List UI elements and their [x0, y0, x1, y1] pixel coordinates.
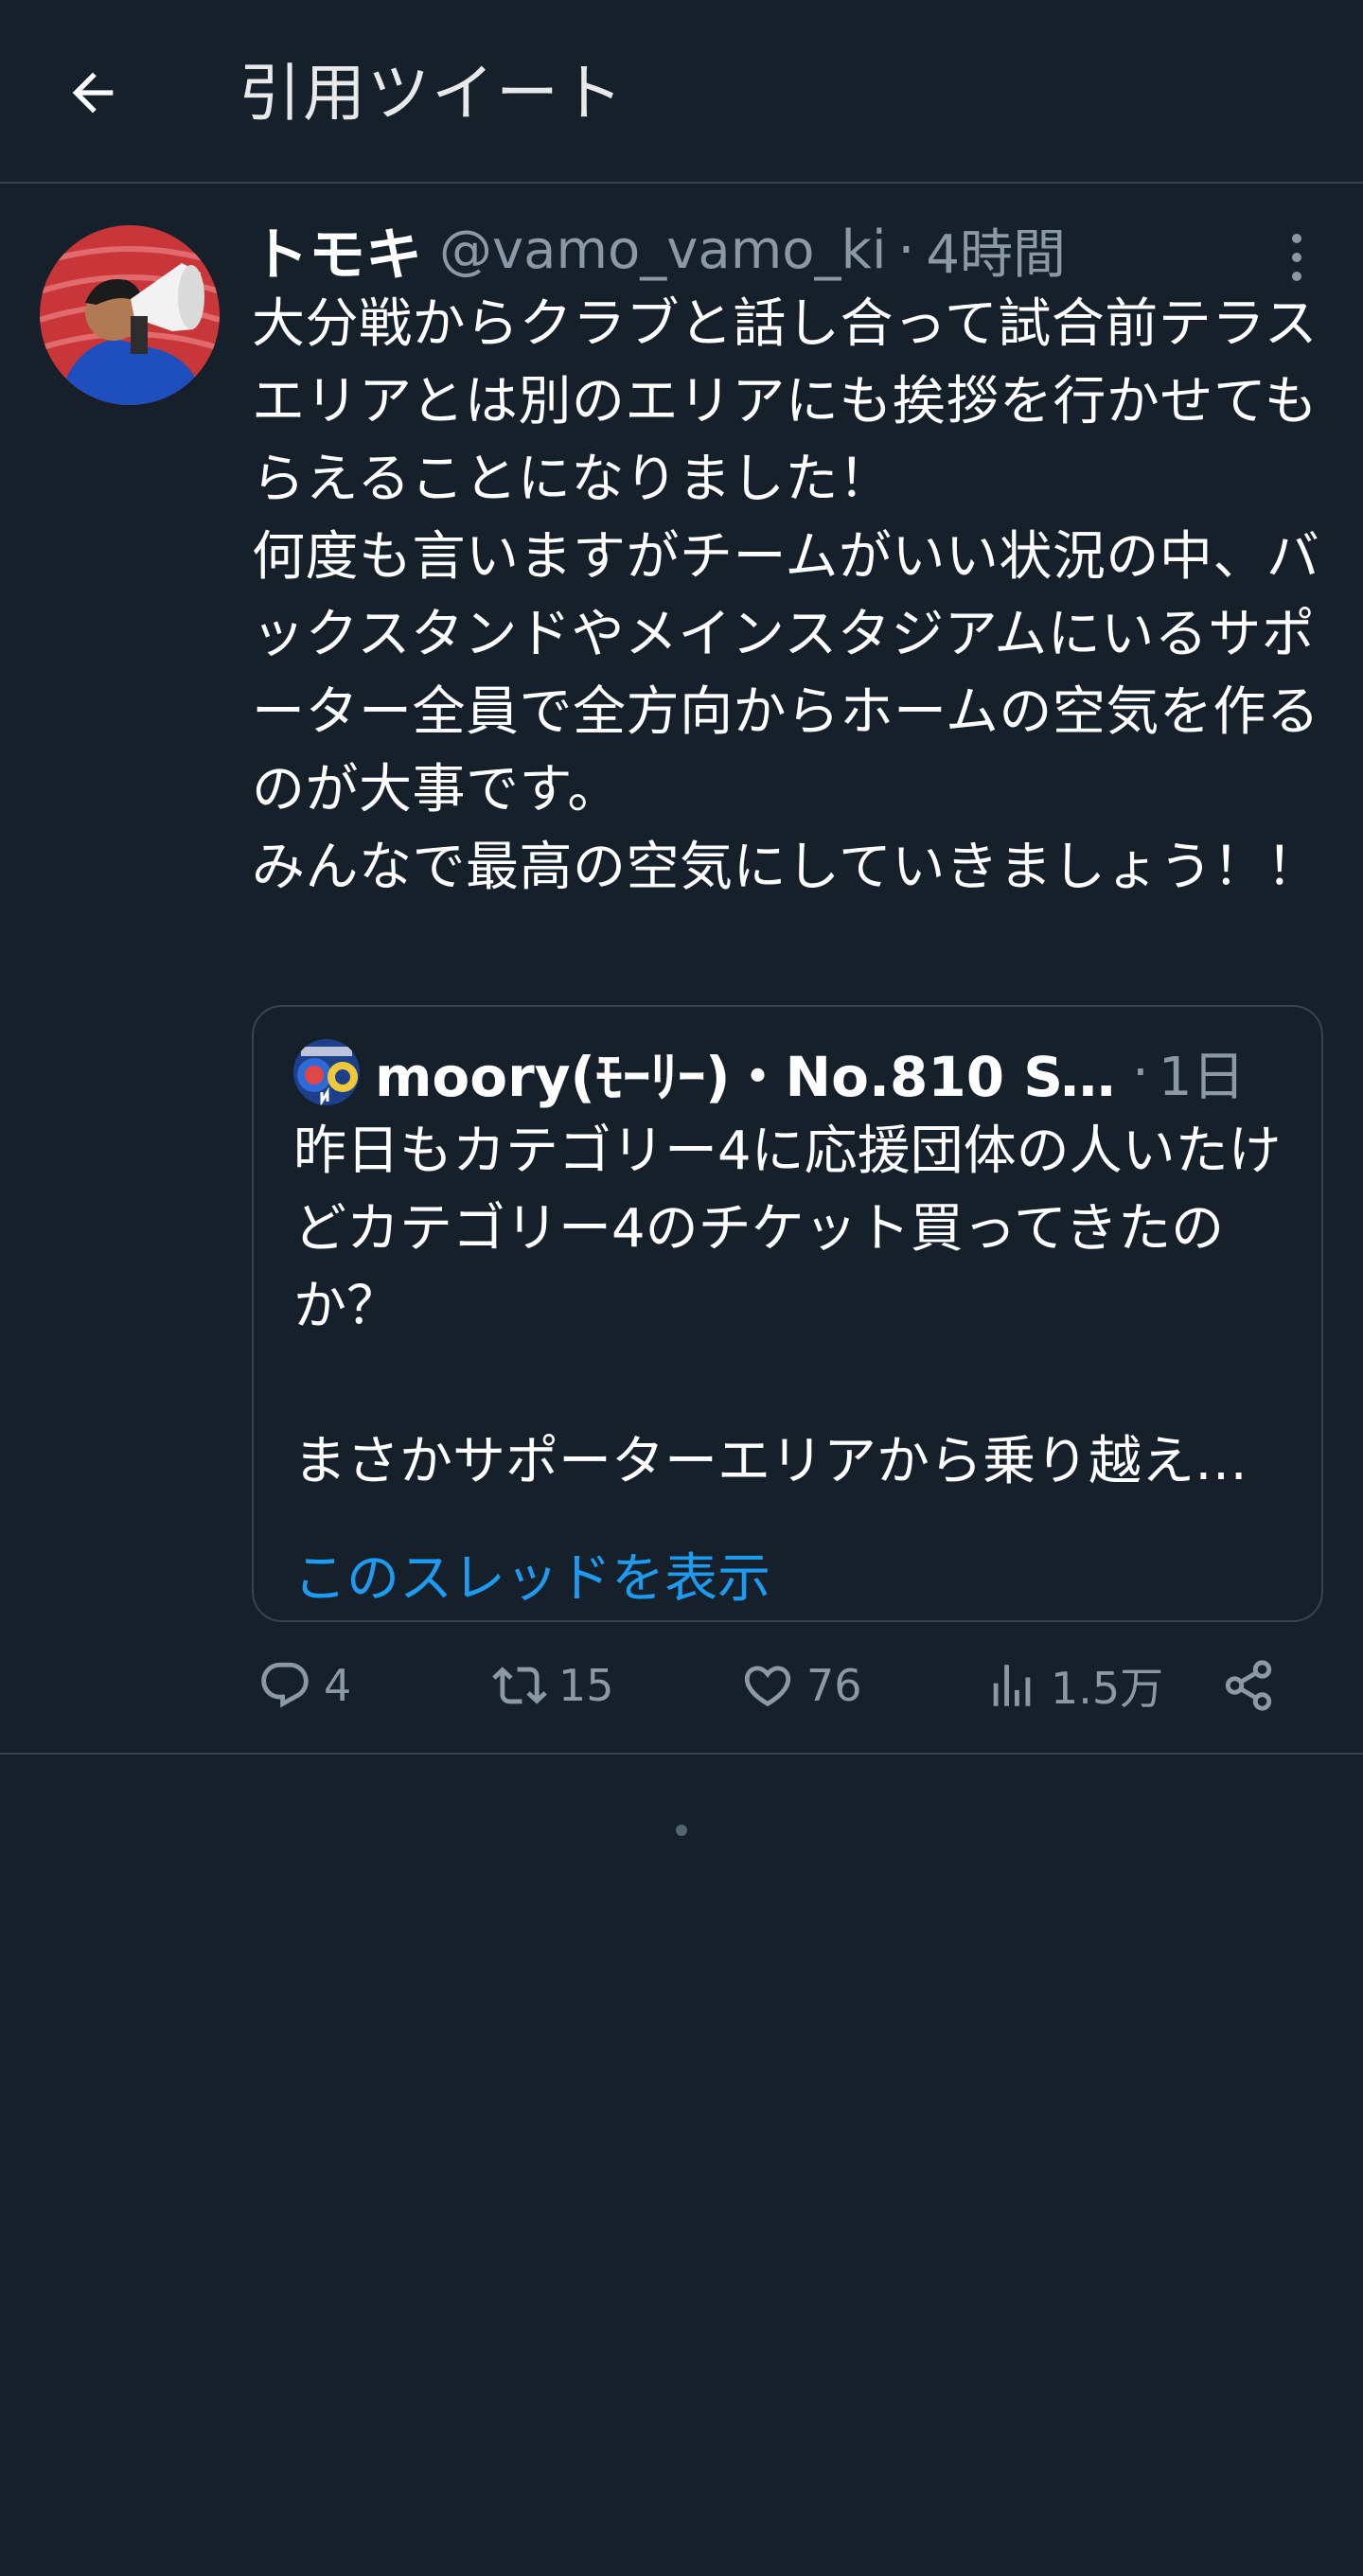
more-options-button[interactable]: [1268, 220, 1325, 295]
share-icon: [1225, 1660, 1272, 1711]
reply-button[interactable]: 4: [257, 1643, 351, 1728]
views-button[interactable]: 1.5万: [984, 1643, 1163, 1728]
back-button[interactable]: [45, 45, 140, 140]
retweet-count: 15: [558, 1660, 614, 1711]
quoted-display-name: moory(ﾓｰﾘｰ)・No.810 SSTRAFT: [375, 1045, 1123, 1109]
separator-dot: ·: [1132, 1041, 1149, 1103]
like-button[interactable]: 76: [740, 1643, 862, 1728]
quoted-tweet-card[interactable]: moory(ﾓｰﾘｰ)・No.810 SSTRAFT · 1日 昨日もカテゴリー…: [252, 1005, 1323, 1622]
loading-indicator: [676, 1825, 687, 1836]
retweet-button[interactable]: 15: [492, 1643, 614, 1728]
page-title: 引用ツイート: [239, 57, 625, 130]
show-thread-link[interactable]: このスレッドを表示: [293, 1546, 770, 1613]
like-count: 76: [806, 1660, 862, 1711]
display-name[interactable]: トモキ: [252, 209, 422, 291]
views-count: 1.5万: [1051, 1663, 1164, 1714]
top-app-bar: 引用ツイート: [0, 0, 1363, 184]
avatar[interactable]: [40, 225, 220, 405]
more-vertical-icon: [1292, 234, 1301, 281]
arrow-left-icon: [72, 72, 114, 114]
reply-count: 4: [324, 1660, 352, 1711]
tweet-actions: 4 15 76 1.5万: [252, 1643, 1321, 1728]
share-button[interactable]: [1221, 1643, 1276, 1728]
retweet-icon: [492, 1667, 547, 1704]
heart-icon: [744, 1666, 791, 1707]
bar-chart-icon: [993, 1665, 1031, 1706]
quoted-tweet-header: moory(ﾓｰﾘｰ)・No.810 SSTRAFT · 1日: [293, 1037, 1287, 1109]
quoted-user-avatar: [293, 1039, 360, 1105]
quoted-timestamp: 1日: [1158, 1046, 1246, 1108]
user-handle[interactable]: @vamo_vamo_ki: [439, 220, 887, 281]
separator-dot: ·: [897, 219, 915, 281]
tweet-header: トモキ @vamo_vamo_ki · 4時間: [252, 212, 1066, 289]
tweet[interactable]: トモキ @vamo_vamo_ki · 4時間 大分戦からクラブと話し合って試合…: [0, 185, 1363, 1755]
quoted-tweet-text: 昨日もカテゴリー4に応援団体の人いたけどカテゴリー4のチケット買ってきたのか？ …: [293, 1120, 1282, 1492]
tweet-text: 大分戦からクラブと話し合って試合前テラスエリアとは別のエリアにも挨拶を行かせても…: [252, 293, 1320, 898]
timestamp[interactable]: 4時間: [926, 212, 1066, 289]
reply-icon: [261, 1662, 309, 1708]
